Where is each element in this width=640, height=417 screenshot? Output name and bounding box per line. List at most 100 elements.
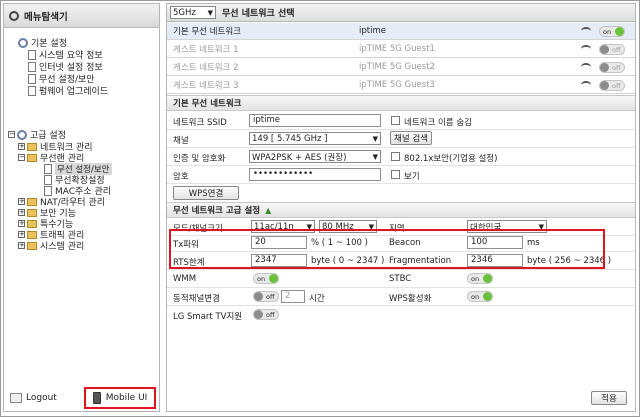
folder-icon bbox=[27, 153, 37, 162]
network-name: 기본 무선 네트워크 bbox=[173, 27, 241, 37]
logout-icon bbox=[10, 393, 22, 403]
show-password-checkbox[interactable] bbox=[391, 170, 400, 179]
network-row[interactable]: 게스트 네트워크 2 ipTIME 5G Guest2 off bbox=[167, 59, 635, 76]
wps-enable-toggle[interactable]: on bbox=[467, 291, 493, 302]
dyn-channel-toggle[interactable]: off bbox=[253, 291, 279, 302]
expand-icon[interactable]: + bbox=[18, 242, 25, 249]
page-icon bbox=[44, 185, 52, 196]
tree-item-wireless-security[interactable]: 무선 설정/보안 bbox=[28, 73, 95, 85]
search-icon bbox=[9, 10, 19, 21]
dyn-channel-unit: 시간 bbox=[309, 294, 325, 304]
band-value: 5GHz bbox=[173, 7, 196, 18]
wps-enable-label: WPS활성화 bbox=[389, 294, 432, 304]
wmm-state: on bbox=[257, 274, 266, 283]
channel-select[interactable]: 149 [ 5.745 GHz ] ▼ bbox=[249, 132, 381, 145]
logout-link[interactable]: Logout bbox=[10, 393, 57, 403]
page-icon bbox=[28, 85, 36, 96]
expand-icon[interactable]: + bbox=[18, 220, 25, 227]
network-row[interactable]: 게스트 네트워크 1 ipTIME 5G Guest1 off bbox=[167, 41, 635, 58]
lg-tv-row: LG Smart TV지원 off bbox=[167, 306, 635, 324]
expand-icon[interactable]: + bbox=[18, 198, 25, 205]
apply-button[interactable]: 적용 bbox=[591, 391, 627, 405]
page-icon bbox=[44, 163, 52, 174]
wps-enable-state: on bbox=[471, 292, 480, 301]
wmm-row: WMM on STBC on bbox=[167, 270, 635, 288]
mobile-ui-label: Mobile UI bbox=[105, 393, 148, 403]
dyn-channel-hours-input[interactable]: 2 bbox=[281, 290, 305, 303]
ssid-input[interactable]: iptime bbox=[249, 114, 381, 127]
channel-row: 채널 149 [ 5.745 GHz ] ▼ 채널 검색 bbox=[167, 130, 635, 148]
collapse-icon[interactable]: − bbox=[8, 131, 15, 138]
channel-search-button[interactable]: 채널 검색 bbox=[390, 131, 432, 145]
expand-icon[interactable]: + bbox=[18, 231, 25, 238]
tree-item-system[interactable]: + 시스템 관리 bbox=[18, 240, 84, 252]
password-input[interactable]: •••••••••••• bbox=[249, 168, 381, 181]
tree-item-system-summary[interactable]: 시스템 요약 정보 bbox=[28, 49, 103, 61]
main-panel: 5GHz ▼ 무선 네트워크 선택 기본 무선 네트워크 iptime on 게스… bbox=[166, 3, 636, 412]
wps-connect-button[interactable]: WPS연결 bbox=[173, 186, 239, 200]
band-select[interactable]: 5GHz ▼ bbox=[170, 6, 216, 19]
network-toggle[interactable]: off bbox=[599, 80, 625, 91]
network-toggle[interactable]: off bbox=[599, 62, 625, 73]
tree-item-firmware[interactable]: 펌웨어 업그레이드 bbox=[28, 85, 109, 97]
tree-item-internet-info[interactable]: 인터넷 설정 정보 bbox=[28, 61, 103, 73]
network-ssid: ipTIME 5G Guest3 bbox=[359, 80, 435, 90]
folder-icon bbox=[27, 241, 37, 250]
network-name: 게스트 네트워크 3 bbox=[173, 81, 239, 91]
expand-icon[interactable]: + bbox=[18, 143, 25, 150]
chevron-down-icon: ▼ bbox=[372, 152, 378, 161]
page-icon bbox=[28, 49, 36, 60]
wifi-icon bbox=[581, 63, 591, 71]
network-row[interactable]: 게스트 네트워크 3 ipTIME 5G Guest3 off bbox=[167, 77, 635, 94]
lg-tv-label: LG Smart TV지원 bbox=[173, 312, 243, 322]
lg-tv-toggle[interactable]: off bbox=[253, 309, 279, 320]
ssid-label: 네트워크 SSID bbox=[173, 118, 227, 128]
chevron-down-icon: ▼ bbox=[207, 8, 213, 17]
tree-basic-settings[interactable]: 기본 설정 bbox=[18, 37, 67, 49]
tree-item-label: 펌웨어 업그레이드 bbox=[39, 87, 109, 97]
network-toggle[interactable]: on bbox=[599, 26, 625, 37]
channel-value: 149 [ 5.745 GHz ] bbox=[252, 133, 328, 144]
page-icon bbox=[44, 174, 52, 185]
gear-icon bbox=[17, 129, 27, 140]
dyn-channel-row: 동적채널변경 off 2 시간 WPS활성화 on bbox=[167, 288, 635, 306]
network-ssid: ipTIME 5G Guest1 bbox=[359, 44, 435, 54]
collapse-triangle-icon[interactable]: ▲ bbox=[265, 206, 271, 215]
folder-icon bbox=[27, 230, 37, 239]
page-icon bbox=[28, 61, 36, 72]
dyn-channel-state: off bbox=[266, 292, 275, 301]
sidebar-header: 메뉴탐색기 bbox=[4, 4, 159, 28]
advanced-header: 무선 네트워크 고급 설정 ▲ bbox=[167, 202, 635, 218]
network-ssid: ipTIME 5G Guest2 bbox=[359, 62, 435, 72]
auth-select[interactable]: WPA2PSK + AES (권장) ▼ bbox=[249, 150, 381, 163]
advanced-title: 무선 네트워크 고급 설정 bbox=[173, 206, 261, 216]
network-row[interactable]: 기본 무선 네트워크 iptime on bbox=[167, 23, 635, 40]
dot1x-label: 802.1x보안(기업용 설정) bbox=[404, 154, 498, 164]
stbc-toggle[interactable]: on bbox=[467, 273, 493, 284]
mobile-ui-link[interactable]: Mobile UI bbox=[84, 387, 156, 409]
hide-ssid-checkbox[interactable] bbox=[391, 116, 400, 125]
folder-icon bbox=[27, 142, 37, 151]
dot1x-checkbox[interactable] bbox=[391, 152, 400, 161]
gear-icon bbox=[18, 37, 28, 48]
tree-item-wlan[interactable]: − 무선랜 관리 bbox=[18, 152, 84, 164]
collapse-icon[interactable]: − bbox=[18, 154, 25, 161]
network-toggle[interactable]: off bbox=[599, 44, 625, 55]
stbc-state: on bbox=[471, 274, 480, 283]
expand-icon[interactable]: + bbox=[18, 209, 25, 216]
folder-icon bbox=[27, 197, 37, 206]
mobile-icon bbox=[92, 392, 101, 404]
sidebar-footer: Logout Mobile UI bbox=[4, 387, 159, 411]
wmm-toggle[interactable]: on bbox=[253, 273, 279, 284]
tree-advanced-settings[interactable]: − 고급 설정 bbox=[8, 129, 66, 141]
section-title: 무선 네트워크 선택 bbox=[222, 9, 295, 19]
highlight-box bbox=[169, 229, 605, 269]
wifi-icon bbox=[581, 81, 591, 89]
menu-explorer-sidebar: 메뉴탐색기 기본 설정 시스템 요약 정보 인터넷 설정 정보 무선 설정/보안… bbox=[3, 3, 160, 412]
logout-label: Logout bbox=[26, 393, 57, 403]
folder-icon bbox=[27, 219, 37, 228]
wifi-icon bbox=[581, 27, 591, 35]
password-label: 암호 bbox=[173, 172, 189, 182]
wmm-label: WMM bbox=[173, 274, 197, 284]
auth-label: 인증 및 암호화 bbox=[173, 154, 226, 164]
